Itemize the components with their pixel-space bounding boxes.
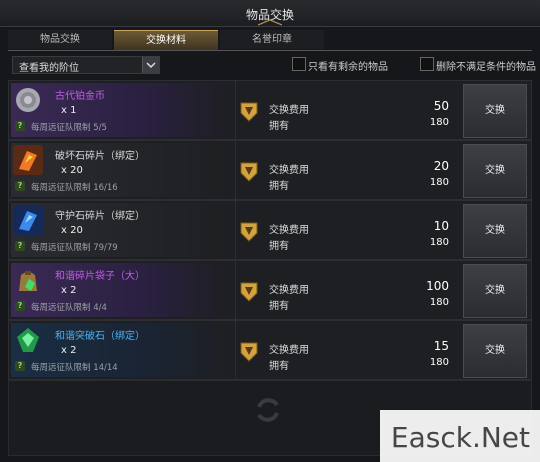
cost-label: 交换费用	[269, 105, 309, 116]
exchange-button[interactable]: 交换	[463, 84, 527, 138]
bag-icon	[19, 271, 37, 291]
item-info: 古代铂金币 x 1 ? 每周远征队限制 5/5	[11, 83, 231, 137]
remove-unmet-checkbox[interactable]	[420, 57, 434, 71]
tab-item-exchange[interactable]: 物品交换	[8, 30, 112, 49]
own-label: 拥有	[269, 121, 289, 132]
help-icon[interactable]: ?	[15, 181, 25, 191]
own-label: 拥有	[269, 361, 289, 372]
exchange-button[interactable]: 交换	[463, 144, 527, 198]
tab-bar: 物品交换 交换材料 名誉印章	[8, 30, 532, 51]
help-icon[interactable]: ?	[15, 301, 25, 311]
own-label: 拥有	[269, 301, 289, 312]
own-value: 180	[429, 177, 449, 188]
item-name: 破坏石碎片（绑定）	[55, 151, 145, 162]
cost-value: 10	[433, 219, 449, 233]
refresh-icon	[257, 398, 279, 422]
divider	[235, 321, 236, 379]
weekly-limit: 每周远征队限制 79/79	[31, 243, 118, 253]
item-name: 和谐突破石（绑定）	[55, 331, 145, 342]
tier-dropdown-label: 查看我的阶位	[19, 63, 79, 74]
watermark: Easck.Net	[380, 410, 540, 462]
divider	[235, 141, 236, 199]
exchange-button[interactable]: 交换	[463, 324, 527, 378]
weekly-limit: 每周远征队限制 5/5	[31, 123, 107, 133]
item-quantity: x 1	[61, 105, 77, 116]
divider	[235, 261, 236, 319]
divider	[235, 81, 236, 139]
own-label: 拥有	[269, 181, 289, 192]
filter-row: 查看我的阶位 只看有剩余的物品 删除不满足条件的物品	[8, 56, 536, 74]
item-quantity: x 2	[61, 285, 77, 296]
item-quantity: x 2	[61, 345, 77, 356]
list-item: 守护石碎片（绑定） x 20 ? 每周远征队限制 79/79 交换费用 拥有 1…	[8, 200, 532, 260]
item-info: 破坏石碎片（绑定） x 20 ? 每周远征队限制 16/16	[11, 143, 231, 197]
shield-icon	[240, 282, 258, 302]
cost-value: 15	[433, 339, 449, 353]
cost-value: 20	[433, 159, 449, 173]
weekly-limit: 每周远征队限制 16/16	[31, 183, 118, 193]
shield-icon	[240, 102, 258, 122]
cost-label: 交换费用	[269, 165, 309, 176]
shield-icon	[240, 222, 258, 242]
title-ornament-icon	[258, 19, 282, 26]
item-quantity: x 20	[61, 225, 83, 236]
cost-value: 50	[433, 99, 449, 113]
item-name: 古代铂金币	[55, 91, 105, 102]
shield-icon	[240, 342, 258, 362]
cost-label: 交换费用	[269, 345, 309, 356]
remaining-only-label: 只看有剩余的物品	[308, 62, 388, 73]
help-icon[interactable]: ?	[15, 361, 25, 371]
chevron-down-icon	[146, 62, 156, 69]
cost-label: 交换费用	[269, 225, 309, 236]
remove-unmet-label: 删除不满足条件的物品	[436, 62, 536, 73]
coin-icon	[16, 88, 40, 112]
list-item: 破坏石碎片（绑定） x 20 ? 每周远征队限制 16/16 交换费用 拥有 2…	[8, 140, 532, 200]
item-name: 和谐碎片袋子（大）	[55, 271, 145, 282]
cost-value: 100	[426, 279, 449, 293]
item-info: 和谐突破石（绑定） x 2 ? 每周远征队限制 14/14	[11, 323, 231, 377]
exchange-button[interactable]: 交换	[463, 264, 527, 318]
fire-shard-icon	[13, 145, 43, 175]
own-label: 拥有	[269, 241, 289, 252]
exchange-list: 古代铂金币 x 1 ? 每周远征队限制 5/5 交换费用 拥有 50 180 交…	[8, 80, 532, 380]
weekly-limit: 每周远征队限制 14/14	[31, 363, 118, 373]
green-stone-icon	[17, 328, 39, 352]
list-item: 古代铂金币 x 1 ? 每周远征队限制 5/5 交换费用 拥有 50 180 交…	[8, 80, 532, 140]
item-name: 守护石碎片（绑定）	[55, 211, 145, 222]
exchange-button[interactable]: 交换	[463, 204, 527, 258]
help-icon[interactable]: ?	[15, 241, 25, 251]
tab-exchange-materials[interactable]: 交换材料	[114, 30, 218, 50]
remaining-only-checkbox[interactable]	[292, 57, 306, 71]
weekly-limit: 每周远征队限制 4/4	[31, 303, 107, 313]
item-quantity: x 20	[61, 165, 83, 176]
own-value: 180	[429, 237, 449, 248]
list-item: 和谐碎片袋子（大） x 2 ? 每周远征队限制 4/4 交换费用 拥有 100 …	[8, 260, 532, 320]
divider	[235, 201, 236, 259]
list-item: 和谐突破石（绑定） x 2 ? 每周远征队限制 14/14 交换费用 拥有 15…	[8, 320, 532, 380]
own-value: 180	[429, 117, 449, 128]
own-value: 180	[429, 357, 449, 368]
title-bar: 物品交换	[0, 0, 540, 27]
watermark-text: Easck.Net	[390, 421, 530, 454]
help-icon[interactable]: ?	[15, 121, 25, 131]
blue-shard-icon	[13, 205, 43, 235]
own-value: 180	[429, 297, 449, 308]
dropdown-button[interactable]	[142, 57, 159, 73]
tab-honor-seal[interactable]: 名誉印章	[220, 30, 324, 49]
cost-label: 交换费用	[269, 285, 309, 296]
shield-icon	[240, 162, 258, 182]
tier-dropdown[interactable]: 查看我的阶位	[12, 56, 160, 74]
item-info: 守护石碎片（绑定） x 20 ? 每周远征队限制 79/79	[11, 203, 231, 257]
item-info: 和谐碎片袋子（大） x 2 ? 每周远征队限制 4/4	[11, 263, 231, 317]
